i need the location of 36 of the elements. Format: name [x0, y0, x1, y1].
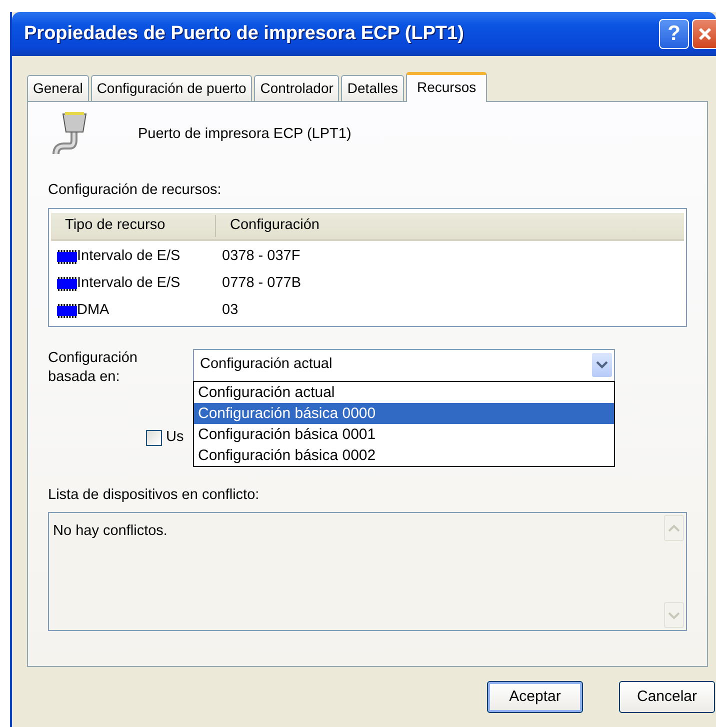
resource-type: Intervalo de E/S — [77, 247, 180, 266]
dropdown-option[interactable]: Configuración básica 0000 — [194, 402, 614, 424]
chip-icon — [57, 277, 77, 292]
chevron-up-icon — [667, 522, 681, 534]
section-label: Configuración de recursos: — [48, 181, 222, 200]
dialog-button[interactable]: Cancelar — [619, 681, 715, 713]
tab[interactable]: Configuración de puerto — [90, 75, 252, 101]
chip-icon — [57, 304, 77, 318]
resource-setting: 0378 - 037F — [222, 247, 300, 266]
dropdown-option[interactable]: Configuración actual — [194, 382, 614, 403]
resource-setting: 03 — [222, 301, 238, 320]
dialog-button[interactable]: Aceptar — [487, 681, 583, 713]
resource-type: DMA — [77, 301, 110, 320]
checkbox[interactable] — [146, 430, 162, 446]
resource-setting: 0778 - 077B — [222, 274, 302, 294]
section-label: Lista de dispositivos en conflicto: — [48, 486, 260, 504]
resource-type: Intervalo de E/S — [77, 274, 180, 294]
close-button[interactable] — [692, 19, 716, 49]
chevron-down-icon — [596, 361, 608, 370]
column-header[interactable]: Tipo de recurso — [51, 214, 216, 237]
tab[interactable]: Detalles — [341, 75, 404, 101]
dropdown-option[interactable]: Configuración básica 0001 — [194, 424, 614, 445]
window-title: Propiedades de Puerto de impresora ECP (LPT1) — [24, 22, 465, 46]
checkbox-label: Us — [166, 428, 184, 447]
tab[interactable]: General — [27, 75, 89, 101]
tab[interactable]: Recursos — [406, 72, 488, 102]
conflict-text: No hay conflictos. — [52, 522, 168, 542]
combo-label: Configuración basada en: — [48, 348, 138, 387]
tab[interactable]: Controlador — [254, 75, 340, 101]
device-name: Puerto de impresora ECP (LPT1) — [138, 125, 352, 144]
chevron-down-icon — [667, 610, 681, 621]
dropdown-option[interactable]: Configuración básica 0002 — [194, 444, 614, 466]
close-icon — [696, 26, 712, 42]
chip-icon — [57, 250, 77, 264]
help-button[interactable]: ? — [659, 19, 689, 49]
column-header[interactable]: Configuración — [216, 214, 320, 237]
